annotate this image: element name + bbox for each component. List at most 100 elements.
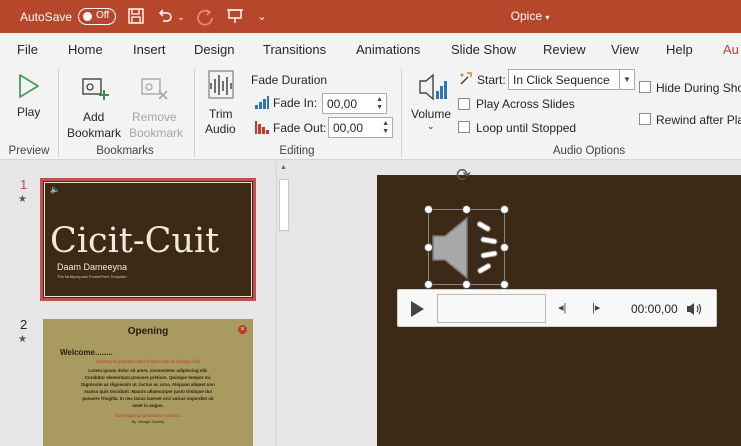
undo-dropdown-icon[interactable]: ⌄: [176, 7, 186, 27]
fade-out-value: 00,00: [333, 121, 364, 135]
save-icon[interactable]: [126, 7, 146, 27]
animation-star-icon: ★: [18, 334, 27, 345]
fade-in-spinner[interactable]: 00,00 ▲ ▼: [322, 93, 387, 114]
preview-group-label: Preview: [8, 145, 50, 157]
play-icon[interactable]: [409, 300, 425, 318]
add-bookmark-icon: [82, 78, 109, 100]
resize-handle[interactable]: [424, 280, 433, 289]
ribbon-divider: [194, 69, 195, 157]
resize-handle[interactable]: [500, 280, 509, 289]
spin-up-icon[interactable]: ▲: [376, 96, 383, 104]
tab-review[interactable]: Review: [543, 42, 586, 57]
trim-audio-button[interactable]: Trim Audio: [200, 69, 242, 139]
fade-in-value: 00,00: [327, 97, 358, 111]
editing-group-label: Editing: [279, 145, 315, 157]
mute-icon[interactable]: [686, 301, 704, 317]
bookmarks-group-label: Bookmarks: [96, 145, 154, 157]
resize-handle[interactable]: [462, 280, 471, 289]
chevron-down-icon: ⌄: [427, 121, 435, 131]
document-title[interactable]: Opice ▾: [500, 9, 560, 23]
slide-title: Cicit-Cuit: [50, 221, 220, 261]
tab-home[interactable]: Home: [68, 42, 103, 57]
tab-insert[interactable]: Insert: [133, 42, 166, 57]
rotate-handle-icon[interactable]: ⟳: [456, 165, 471, 186]
trim-audio-label-1: Trim: [209, 107, 233, 121]
tab-transitions[interactable]: Transitions: [263, 42, 326, 57]
slide-number: 2: [20, 317, 28, 332]
spin-up-icon[interactable]: ▲: [382, 120, 389, 128]
tab-animations[interactable]: Animations: [356, 42, 420, 57]
play-button[interactable]: Play: [8, 69, 48, 129]
start-value: In Click Sequence: [513, 73, 610, 87]
resize-handle[interactable]: [500, 205, 509, 214]
add-bookmark-label-2: Bookmark: [67, 126, 122, 140]
skip-back-icon[interactable]: ◂|: [558, 301, 566, 314]
slide-tagline: The Multipurpose PowerPoint Template: [57, 274, 127, 279]
volume-button[interactable]: Volume ⌄: [408, 69, 456, 141]
toggle-knob: [83, 12, 92, 21]
slide-signature: By Vikings Society: [131, 419, 165, 424]
play-across-slides-checkbox[interactable]: [458, 98, 470, 110]
fade-out-label: Fade Out:: [273, 121, 327, 135]
presentation-icon[interactable]: [224, 7, 246, 27]
loop-until-stopped-checkbox[interactable]: [458, 121, 470, 133]
slide-body-line: Curabitur elementum posuere pretium. Qui…: [84, 375, 212, 380]
rewind-after-playing-checkbox[interactable]: [639, 113, 651, 125]
tab-view[interactable]: View: [611, 42, 639, 57]
start-label: Start:: [477, 73, 506, 87]
slide-number: 1: [20, 177, 28, 192]
autosave-label: AutoSave: [20, 10, 73, 24]
speaker-icon: [432, 216, 498, 280]
audio-object[interactable]: [428, 209, 505, 285]
title-bar: AutoSave Off ⌄ ⌄ Opice ▾: [0, 0, 741, 33]
customize-icon[interactable]: ⌄: [254, 7, 270, 27]
start-icon: [460, 72, 472, 85]
ribbon-divider: [401, 69, 402, 157]
fade-in-label: Fade In:: [273, 96, 318, 110]
redo-icon[interactable]: [194, 7, 216, 27]
document-title-text: Opice: [510, 9, 542, 23]
play-icon: [19, 74, 39, 98]
autosave-toggle[interactable]: Off: [78, 8, 116, 25]
resize-handle[interactable]: [424, 243, 433, 252]
hide-during-show-label: Hide During Sho: [656, 81, 741, 95]
spin-down-icon[interactable]: ▼: [382, 128, 389, 136]
slide-thumbnail-1[interactable]: 🔈 Cicit-Cuit Daam Dameeyna The Multipurp…: [40, 178, 256, 301]
tab-file[interactable]: File: [17, 42, 38, 57]
seek-bar[interactable]: [437, 294, 546, 323]
scrollbar-thumb[interactable]: [279, 179, 289, 231]
hide-during-show-checkbox[interactable]: [639, 81, 651, 93]
audio-player: ◂| |▸ 00:00,00: [397, 289, 717, 327]
chevron-down-icon[interactable]: ▼: [619, 70, 634, 89]
skip-forward-icon[interactable]: |▸: [592, 301, 600, 314]
volume-icon: [419, 73, 447, 101]
fade-out-spinner[interactable]: 00,00 ▲ ▼: [328, 117, 393, 138]
resize-handle[interactable]: [500, 243, 509, 252]
ribbon-tabs: File Home Insert Design Transitions Anim…: [0, 33, 741, 63]
slide-welcome: Welcome........: [60, 348, 113, 357]
loop-until-stopped-label: Loop until Stopped: [476, 121, 577, 135]
scroll-up-icon[interactable]: ▲: [280, 164, 287, 171]
undo-icon[interactable]: [155, 7, 175, 27]
ribbon-divider: [58, 69, 59, 157]
tab-slide-show[interactable]: Slide Show: [451, 42, 516, 57]
fade-in-icon: [255, 96, 269, 109]
spin-down-icon[interactable]: ▼: [376, 104, 383, 112]
start-dropdown[interactable]: In Click Sequence ▼: [508, 69, 635, 90]
speaker-icon: 🔈: [50, 185, 60, 194]
tab-design[interactable]: Design: [194, 42, 234, 57]
resize-handle[interactable]: [462, 205, 471, 214]
add-bookmark-button[interactable]: Add Bookmark: [64, 69, 126, 140]
remove-bookmark-button[interactable]: Remove Bookmark: [126, 69, 190, 140]
audio-options-group-label: Audio Options: [552, 145, 626, 157]
slide-thumbnail-2[interactable]: Opening × Welcome........ Contrary to po…: [43, 319, 253, 446]
tab-help[interactable]: Help: [666, 42, 693, 57]
thumbnails-scrollbar[interactable]: ▲: [276, 161, 290, 446]
slide-body-line: Dignissim ac dignissim ut, luctus ac urn…: [81, 382, 215, 387]
time-display: 00:00,00: [631, 302, 678, 316]
fade-out-icon: [255, 121, 269, 134]
trim-audio-icon: [208, 70, 234, 99]
rewind-after-playing-label: Rewind after Pla: [656, 113, 741, 127]
resize-handle[interactable]: [424, 205, 433, 214]
tab-audio-format[interactable]: Au: [723, 42, 739, 57]
